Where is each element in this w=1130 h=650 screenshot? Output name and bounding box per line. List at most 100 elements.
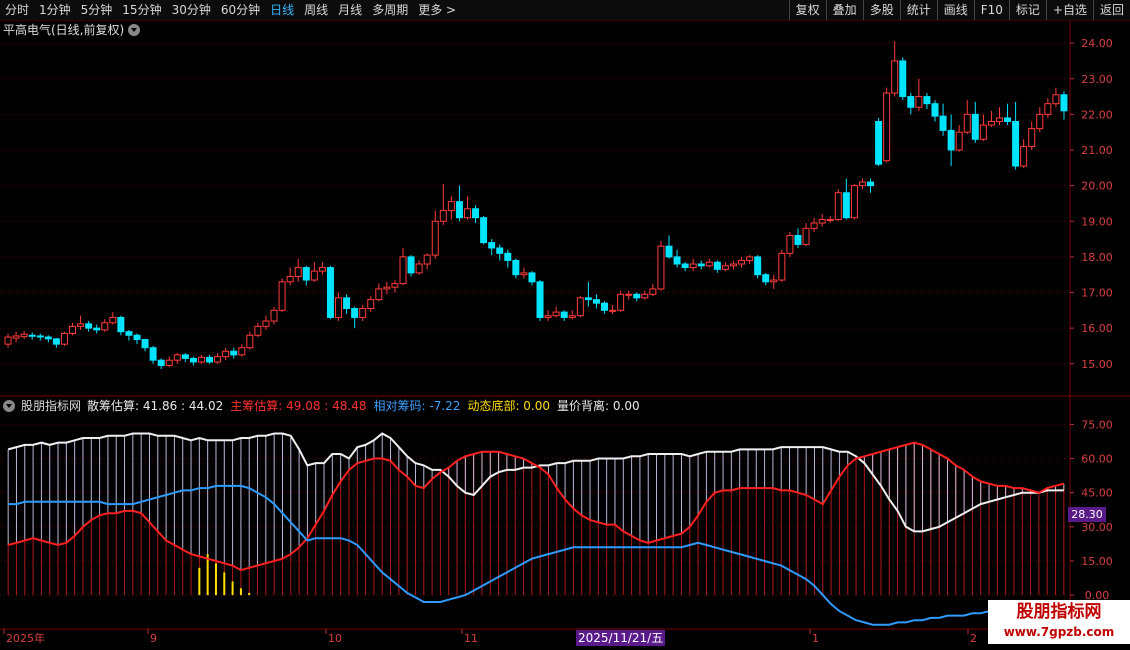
candle-body [560, 311, 568, 318]
candle-body [1044, 103, 1052, 115]
candle-body [125, 331, 133, 336]
candle-body [907, 96, 915, 108]
candle-body [52, 338, 60, 345]
candle-body [28, 334, 36, 337]
candle-body [826, 218, 834, 221]
candle-body [1028, 128, 1036, 147]
time-tick-label: 11 [464, 632, 478, 645]
candle-body [778, 252, 786, 281]
indicator-value-0: 散筹估算: 41.86 : 44.02 [87, 399, 224, 413]
candle-body [1036, 113, 1044, 130]
indicator-name: 股朋指标网 [21, 399, 82, 413]
candle-body [463, 208, 471, 219]
watermark-name: 股朋指标网 [1016, 602, 1102, 622]
candle-body [858, 181, 866, 187]
candle-body [93, 327, 101, 331]
candle-body [335, 297, 343, 318]
candle-body [165, 359, 173, 367]
candle-body [230, 350, 238, 356]
price-tick-label: 17.00 [1081, 287, 1113, 300]
candle-body [206, 356, 214, 363]
candle-body [367, 299, 375, 310]
candle-body [705, 261, 713, 267]
candle-body [472, 208, 480, 219]
candle-body [649, 288, 657, 295]
indicator-tick-label: 30.00 [1081, 521, 1113, 534]
candle-body [762, 274, 770, 283]
candle-body [536, 281, 544, 318]
candle-body [923, 96, 931, 105]
watermark-url: www.7gpzb.com [1003, 625, 1115, 639]
candle-body [447, 201, 455, 212]
candle-body [36, 335, 44, 338]
candle-body [480, 217, 488, 244]
indicator-tick-label: 45.00 [1081, 487, 1113, 500]
price-tick-label: 18.00 [1081, 251, 1113, 264]
candle-body [633, 293, 641, 299]
indicator-tick-label: 60.00 [1081, 453, 1113, 466]
indicator-value-3: 动态底部: 0.00 [467, 399, 551, 413]
chevron-down-icon[interactable] [3, 400, 15, 412]
candle-body [939, 115, 947, 131]
candle-body [173, 354, 181, 361]
candle-body [979, 124, 987, 140]
candle-body [770, 279, 778, 283]
candle-body [681, 263, 689, 269]
candle-body [20, 333, 28, 338]
candle-body [318, 267, 326, 272]
candle-body [351, 308, 359, 318]
candle-body [1004, 117, 1012, 122]
candle-body [738, 259, 746, 265]
candle-body [69, 325, 77, 334]
candle-body [721, 265, 729, 270]
time-tick-label: 2025年 [6, 631, 45, 645]
candle-body [842, 192, 850, 219]
price-tick-label: 19.00 [1081, 215, 1113, 228]
candle-body [665, 245, 673, 258]
candle-body [584, 297, 592, 301]
time-tick-label: 1 [812, 632, 819, 645]
chart-canvas[interactable]: 15.00 16.00 17.00 18.00 19.00 20.00 21.00 22.00… [0, 0, 1130, 650]
candle-body [246, 334, 254, 349]
indicator-tick-label: 75.00 [1081, 418, 1113, 431]
candle-body [488, 242, 496, 249]
candle-body [423, 254, 431, 265]
candle-body [77, 323, 85, 327]
candle-body [1052, 94, 1060, 105]
time-tick-label: 9 [150, 632, 157, 645]
candle-body [439, 210, 447, 222]
candle-body [955, 131, 963, 151]
candle-body [673, 256, 681, 265]
price-tick-label: 16.00 [1081, 322, 1113, 335]
candle-body [270, 309, 278, 322]
candle-body [133, 334, 141, 341]
candle-body [431, 220, 439, 256]
candle-body [552, 311, 560, 317]
candle-body [713, 261, 721, 270]
candle-body [375, 288, 383, 301]
candle-body [391, 283, 399, 288]
indicator-value-2: 相对筹码: -7.22 [373, 399, 461, 413]
candle-body [802, 227, 810, 245]
current-value-badge: 28.30 [1068, 507, 1106, 522]
indicator-title-bar: 股朋指标网 散筹估算: 41.86 : 44.02 主筹估算: 49.08 : 4… [0, 397, 640, 415]
candle-body [915, 96, 923, 108]
price-tick-label: 20.00 [1081, 180, 1113, 193]
candle-body [568, 315, 576, 318]
candle-body [496, 247, 504, 254]
candle-body [601, 302, 609, 311]
candle-body [455, 201, 463, 219]
candle-body [818, 218, 826, 224]
candle-body [343, 297, 351, 310]
candle-body [810, 222, 818, 229]
candle-body [963, 113, 971, 133]
candle-body [931, 103, 939, 117]
candle-body [359, 308, 367, 318]
candle-body [254, 325, 262, 336]
candle-body [294, 267, 302, 277]
candle-body [891, 60, 899, 94]
candle-body [520, 272, 528, 276]
indicator-value-4: 量价背离: 0.00 [557, 399, 640, 413]
indicator-tick-label: 15.00 [1081, 555, 1113, 568]
price-tick-label: 15.00 [1081, 358, 1113, 371]
